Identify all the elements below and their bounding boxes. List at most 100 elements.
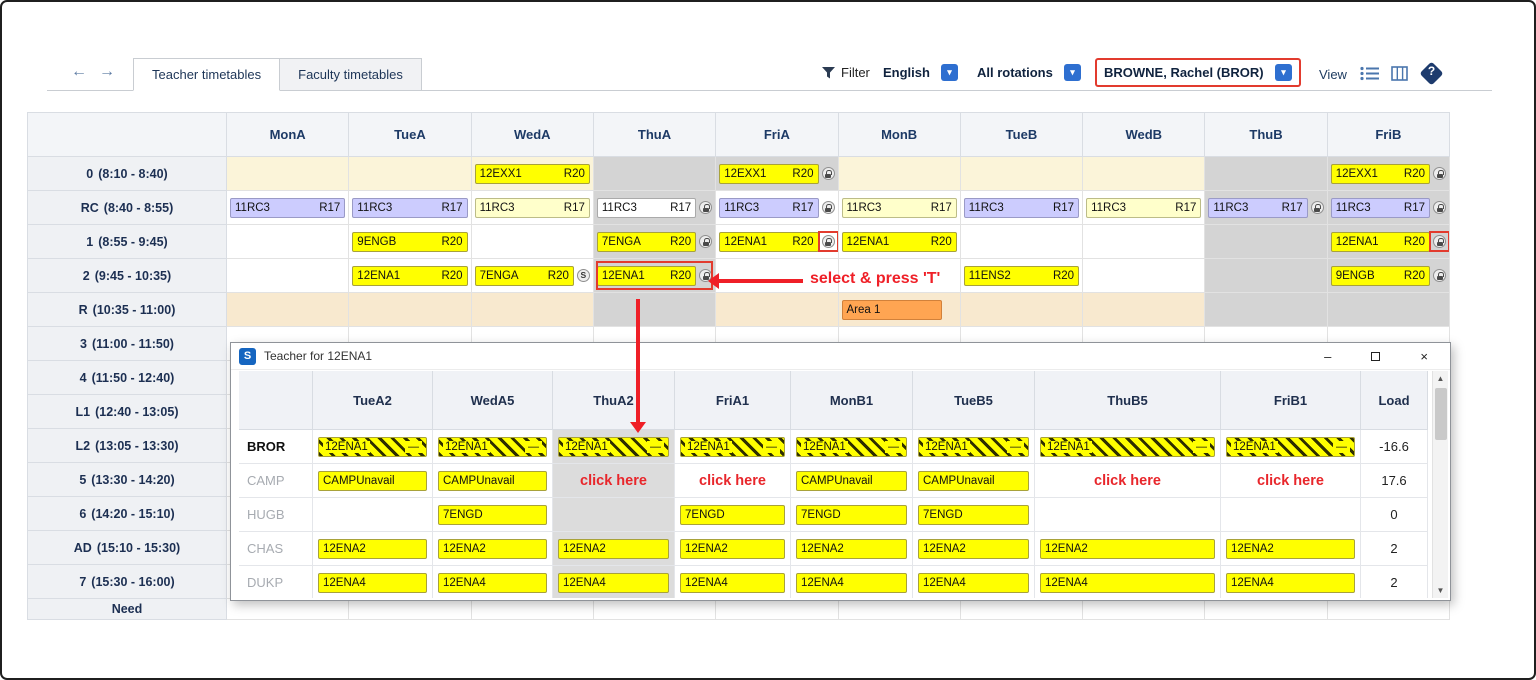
dialog-cell-BROR-WedA5[interactable]: 12ENA1— bbox=[433, 430, 553, 464]
cell-FriB-R[interactable] bbox=[1327, 293, 1450, 327]
dialog-cell-CHAS-ThuA2[interactable]: 12ENA2 bbox=[553, 532, 675, 566]
cell-WedA-0[interactable]: 12EXX1 R20 bbox=[471, 157, 594, 191]
lesson-chip[interactable]: 9ENGB R20 bbox=[1330, 265, 1430, 286]
cell-FriA-RC[interactable]: 11RC3 R17 bbox=[716, 191, 839, 225]
lesson-chip[interactable]: 12ENA1— bbox=[1226, 436, 1355, 457]
cell-WedA-2[interactable]: 7ENGA R20 S bbox=[471, 259, 594, 293]
dialog-cell-CAMP-MonB1[interactable]: CAMPUnavail bbox=[791, 464, 913, 498]
dialog-cell-CHAS-ThuB5[interactable]: 12ENA2 bbox=[1035, 532, 1221, 566]
lesson-chip[interactable]: 12ENA2 bbox=[680, 538, 785, 559]
lesson-chip[interactable]: 12ENA1 R20 bbox=[841, 231, 957, 252]
dialog-cell-HUGB-ThuA2[interactable] bbox=[553, 498, 675, 532]
cell-WedA-RC[interactable]: 11RC3 R17 bbox=[471, 191, 594, 225]
dialog-cell-DUKP-ThuB5[interactable]: 12ENA4 bbox=[1035, 566, 1221, 598]
dialog-scrollbar[interactable]: ▲ ▼ bbox=[1432, 371, 1448, 598]
cell-FriB-2[interactable]: 9ENGB R20 bbox=[1327, 259, 1450, 293]
dialog-cell-CHAS-FriA1[interactable]: 12ENA2 bbox=[675, 532, 791, 566]
dialog-cell-BROR-ThuB5[interactable]: 12ENA1— bbox=[1035, 430, 1221, 464]
scroll-down-icon[interactable]: ▼ bbox=[1437, 583, 1445, 598]
lesson-chip[interactable]: CAMPUnavail bbox=[438, 470, 547, 491]
lesson-chip[interactable]: 7ENGA R20 bbox=[596, 231, 697, 252]
dialog-cell-CAMP-WedA5[interactable]: CAMPUnavail bbox=[433, 464, 553, 498]
lesson-chip[interactable]: CAMPUnavail bbox=[318, 470, 427, 491]
forward-arrow-button[interactable]: → bbox=[99, 63, 115, 81]
cell-ThuB-RC[interactable]: 11RC3 R17 bbox=[1205, 191, 1328, 225]
cell-WedB-Need[interactable] bbox=[1083, 599, 1206, 620]
dialog-cell-HUGB-FriA1[interactable]: 7ENGD bbox=[675, 498, 791, 532]
lesson-chip[interactable]: 11RC3 R17 bbox=[1330, 197, 1430, 218]
dialog-cell-BROR-ThuA2[interactable]: 12ENA1— bbox=[553, 430, 675, 464]
cell-WedB-R[interactable] bbox=[1083, 293, 1206, 327]
lesson-chip[interactable]: 11RC3 R17 bbox=[1086, 197, 1202, 218]
lesson-chip[interactable]: 12ENA1— bbox=[1040, 436, 1215, 457]
lesson-chip[interactable]: 12ENA2 bbox=[438, 538, 547, 559]
lesson-chip[interactable]: CAMPUnavail bbox=[918, 470, 1029, 491]
cell-ThuA-2[interactable]: 12ENA1 R20 bbox=[593, 259, 717, 293]
lesson-chip[interactable]: 11RC3 R17 bbox=[352, 197, 468, 218]
back-arrow-button[interactable]: ← bbox=[71, 63, 87, 81]
lesson-chip[interactable]: CAMPUnavail bbox=[796, 470, 907, 491]
lesson-chip[interactable]: Area 1 bbox=[841, 299, 942, 320]
lesson-chip[interactable]: 12ENA1— bbox=[796, 436, 907, 457]
dialog-cell-DUKP-TueA2[interactable]: 12ENA4 bbox=[313, 566, 433, 598]
dialog-cell-CHAS-TueB5[interactable]: 12ENA2 bbox=[913, 532, 1035, 566]
lesson-chip[interactable]: 12ENA1 R20 bbox=[596, 265, 697, 286]
dialog-cell-DUKP-FriB1[interactable]: 12ENA4 bbox=[1221, 566, 1361, 598]
cell-ThuA-0[interactable] bbox=[593, 157, 717, 191]
list-view-icon[interactable] bbox=[1360, 66, 1379, 86]
lesson-chip[interactable]: 11RC3 R17 bbox=[474, 197, 590, 218]
lesson-chip[interactable]: 12EXX1 R20 bbox=[719, 163, 819, 184]
cell-FriA-1[interactable]: 12ENA1 R20 bbox=[716, 225, 839, 259]
cell-ThuB-0[interactable] bbox=[1205, 157, 1328, 191]
lesson-chip[interactable]: 12ENA1— bbox=[558, 436, 669, 457]
cell-MonB-1[interactable]: 12ENA1 R20 bbox=[838, 225, 961, 259]
dialog-cell-DUKP-FriA1[interactable]: 12ENA4 bbox=[675, 566, 791, 598]
cell-WedB-2[interactable] bbox=[1083, 259, 1206, 293]
dialog-cell-BROR-TueB5[interactable]: 12ENA1— bbox=[913, 430, 1035, 464]
cell-ThuA-1[interactable]: 7ENGA R20 bbox=[593, 225, 717, 259]
dialog-cell-CHAS-MonB1[interactable]: 12ENA2 bbox=[791, 532, 913, 566]
cell-FriB-1[interactable]: 12ENA1 R20 bbox=[1327, 225, 1450, 259]
dialog-cell-DUKP-MonB1[interactable]: 12ENA4 bbox=[791, 566, 913, 598]
dialog-cell-CAMP-FriA1[interactable]: click here bbox=[675, 464, 791, 498]
dialog-cell-CAMP-ThuB5[interactable]: click here bbox=[1035, 464, 1221, 498]
cell-ThuA-Need[interactable] bbox=[593, 599, 717, 620]
cell-MonB-RC[interactable]: 11RC3 R17 bbox=[838, 191, 961, 225]
filter-button[interactable]: Filter bbox=[822, 65, 870, 80]
cell-WedA-Need[interactable] bbox=[471, 599, 594, 620]
subject-filter-select[interactable]: English ▾ bbox=[883, 64, 958, 81]
cell-TueA-RC[interactable]: 11RC3 R17 bbox=[349, 191, 472, 225]
dialog-cell-CAMP-TueA2[interactable]: CAMPUnavail bbox=[313, 464, 433, 498]
cell-WedB-RC[interactable]: 11RC3 R17 bbox=[1083, 191, 1206, 225]
cell-ThuB-1[interactable] bbox=[1205, 225, 1328, 259]
dialog-cell-CAMP-FriB1[interactable]: click here bbox=[1221, 464, 1361, 498]
lesson-chip[interactable]: 9ENGB R20 bbox=[352, 231, 468, 252]
maximize-icon[interactable] bbox=[1371, 350, 1381, 363]
lesson-chip[interactable]: 12EXX1 R20 bbox=[1330, 163, 1430, 184]
cell-MonA-0[interactable] bbox=[227, 157, 350, 191]
cell-TueB-2[interactable]: 11ENS2 R20 bbox=[960, 259, 1084, 293]
lesson-chip[interactable]: 12ENA1 R20 bbox=[352, 265, 468, 286]
dialog-cell-HUGB-WedA5[interactable]: 7ENGD bbox=[433, 498, 553, 532]
rotation-select[interactable]: All rotations ▾ bbox=[977, 64, 1081, 81]
lesson-chip[interactable]: 12ENA2 bbox=[918, 538, 1029, 559]
cell-MonA-2[interactable] bbox=[227, 259, 350, 293]
cell-TueB-0[interactable] bbox=[960, 157, 1084, 191]
dialog-cell-CHAS-TueA2[interactable]: 12ENA2 bbox=[313, 532, 433, 566]
minimize-icon[interactable]: – bbox=[1324, 350, 1331, 363]
cell-ThuB-Need[interactable] bbox=[1205, 599, 1328, 620]
lesson-chip[interactable]: 12ENA4 bbox=[1226, 572, 1355, 593]
scroll-up-icon[interactable]: ▲ bbox=[1437, 371, 1445, 386]
lesson-chip[interactable]: 12ENA2 bbox=[1226, 538, 1355, 559]
lesson-chip[interactable]: 7ENGA R20 bbox=[474, 265, 574, 286]
scrollbar-thumb[interactable] bbox=[1434, 388, 1447, 440]
lesson-chip[interactable]: 7ENGD bbox=[918, 504, 1029, 525]
click-here-annotation[interactable]: click here bbox=[580, 473, 647, 489]
lesson-chip[interactable]: 7ENGD bbox=[796, 504, 907, 525]
lesson-chip[interactable]: 12ENA4 bbox=[1040, 572, 1215, 593]
cell-FriA-R[interactable] bbox=[716, 293, 839, 327]
cell-MonB-R[interactable]: Area 1 bbox=[838, 293, 961, 327]
lesson-chip[interactable]: 12ENA1 R20 bbox=[719, 231, 819, 252]
cell-TueA-Need[interactable] bbox=[349, 599, 472, 620]
cell-MonA-RC[interactable]: 11RC3 R17 bbox=[227, 191, 350, 225]
